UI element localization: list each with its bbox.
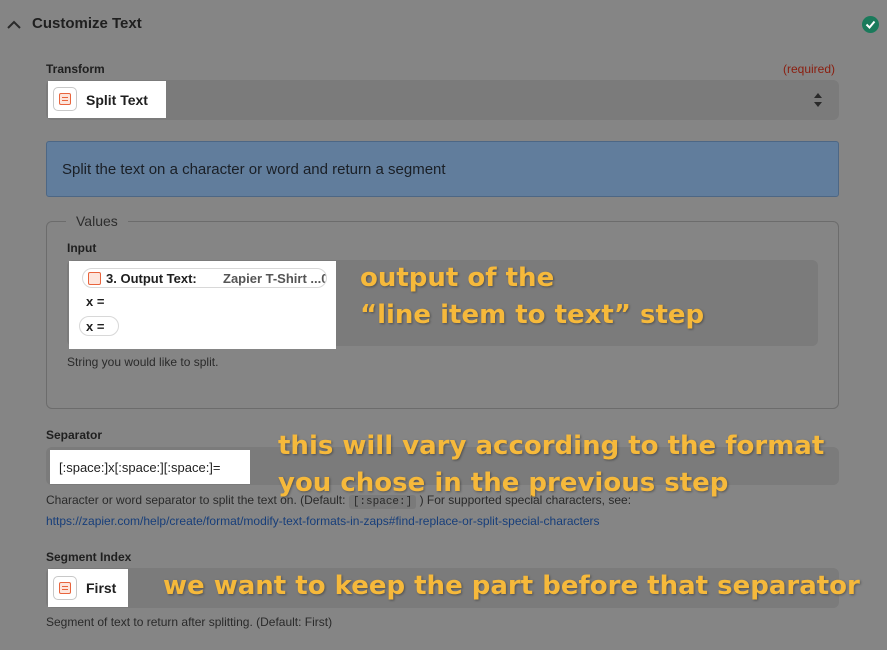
separator-help-text: Character or word separator to split the… (46, 493, 632, 509)
separator-label: Separator (46, 428, 103, 442)
input-line-2-text: x = (86, 294, 105, 309)
transform-description-box: Split the text on a character or word an… (46, 141, 839, 197)
formatter-app-icon (53, 576, 77, 600)
pill-step-label: 3. Output Text: (106, 271, 197, 286)
input-help-text: String you would like to split. (67, 355, 219, 369)
input-line-2: x = (79, 291, 115, 311)
segment-index-label: Segment Index (46, 550, 132, 564)
input-field-content[interactable]: 3. Output Text: Zapier T-Shirt ...0 x = … (69, 261, 336, 349)
input-label: Input (67, 241, 97, 255)
transform-label: Transform (46, 62, 105, 76)
input-line-3: x = (79, 316, 119, 336)
transform-description: Split the text on a character or word an… (62, 161, 446, 178)
pill-step-value: Zapier T-Shirt ...0 (223, 271, 327, 286)
required-indicator: (required) (783, 62, 836, 76)
step-header[interactable]: Customize Text (0, 0, 887, 50)
select-arrows-icon[interactable] (813, 92, 823, 108)
transform-selected-value[interactable]: Split Text (48, 81, 166, 118)
segment-index-help-text: Segment of text to return after splittin… (46, 615, 333, 629)
check-circle-icon (862, 16, 879, 33)
annotation-segment: we want to keep the part before that sep… (163, 571, 860, 601)
segment-index-value: First (86, 580, 117, 596)
segment-index-selected-value[interactable]: First (48, 569, 128, 607)
input-token-pill[interactable]: 3. Output Text: Zapier T-Shirt ...0 (82, 268, 327, 288)
step-title: Customize Text (32, 15, 142, 32)
separator-help-suffix: ) For supported special characters, see: (419, 493, 632, 507)
separator-value: [:space:]x[:space:][:space:]= (59, 460, 221, 475)
annotation-separator-line1: this will vary according to the format (278, 431, 825, 461)
separator-help-code: [:space:] (348, 495, 417, 509)
formatter-app-icon (88, 272, 101, 285)
annotation-input-line2: “line item to text” step (360, 300, 705, 330)
chevron-up-icon[interactable] (7, 18, 21, 32)
values-legend: Values (66, 213, 128, 229)
input-line-3-text: x = (86, 319, 105, 334)
transform-value: Split Text (86, 92, 148, 108)
formatter-app-icon (53, 87, 77, 111)
separator-help-prefix: Character or word separator to split the… (46, 493, 346, 507)
annotation-input-line1: output of the (360, 263, 555, 293)
separator-input-content[interactable]: [:space:]x[:space:][:space:]= (50, 450, 250, 484)
special-characters-link[interactable]: https://zapier.com/help/create/format/mo… (46, 514, 600, 528)
